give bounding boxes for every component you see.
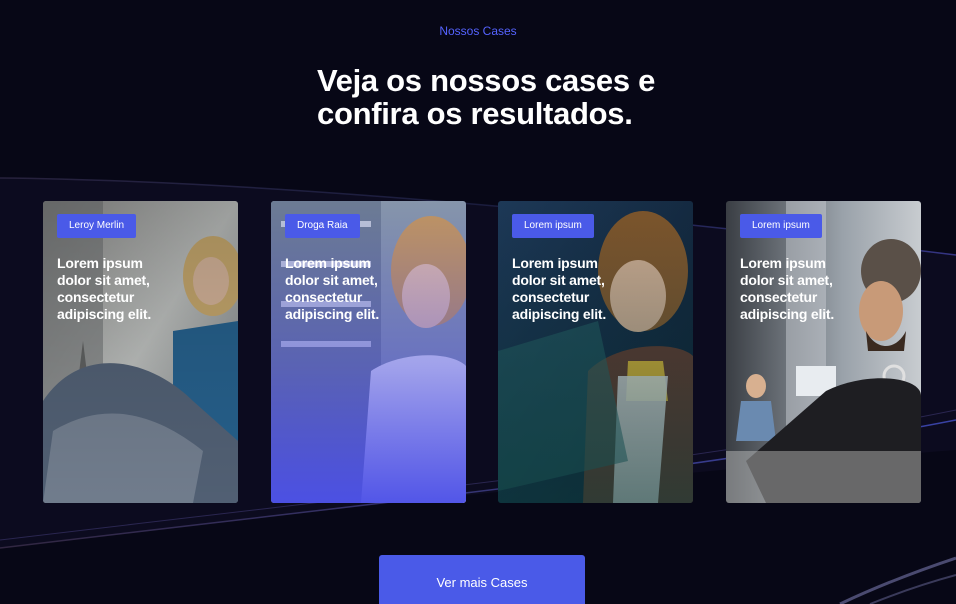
- case-tag: Droga Raia: [285, 214, 360, 238]
- case-photo-woman-laughing: [43, 201, 238, 503]
- case-photo-man-with-headphones: [726, 201, 921, 503]
- case-tag: Leroy Merlin: [57, 214, 137, 238]
- case-description: Lorem ipsum dolor sit amet, consectetur …: [740, 255, 835, 322]
- case-card-3[interactable]: Lorem ipsum Lorem ipsum dolor sit amet, …: [498, 201, 693, 503]
- section-title: Veja os nossos cases e confira os result…: [317, 64, 737, 130]
- case-card-4[interactable]: Lorem ipsum Lorem ipsum dolor sit amet, …: [726, 201, 921, 503]
- case-tag: Lorem ipsum: [512, 214, 594, 238]
- case-card-droga-raia[interactable]: Droga Raia Lorem ipsum dolor sit amet, c…: [271, 201, 466, 503]
- section-eyebrow: Nossos Cases: [439, 24, 517, 38]
- case-description: Lorem ipsum dolor sit amet, consectetur …: [512, 255, 607, 322]
- section-title-line2: confira os resultados.: [317, 96, 633, 131]
- case-tag: Lorem ipsum: [740, 214, 822, 238]
- case-card-leroy-merlin[interactable]: Leroy Merlin Lorem ipsum dolor sit amet,…: [43, 201, 238, 503]
- case-description: Lorem ipsum dolor sit amet, consectetur …: [285, 255, 380, 322]
- section-title-line1: Veja os nossos cases e: [317, 63, 656, 98]
- case-description: Lorem ipsum dolor sit amet, consectetur …: [57, 255, 152, 322]
- view-more-cases-button[interactable]: Ver mais Cases: [379, 555, 585, 604]
- case-photo-woman-at-screen: [498, 201, 693, 503]
- case-photo-pharmacist: [271, 201, 466, 503]
